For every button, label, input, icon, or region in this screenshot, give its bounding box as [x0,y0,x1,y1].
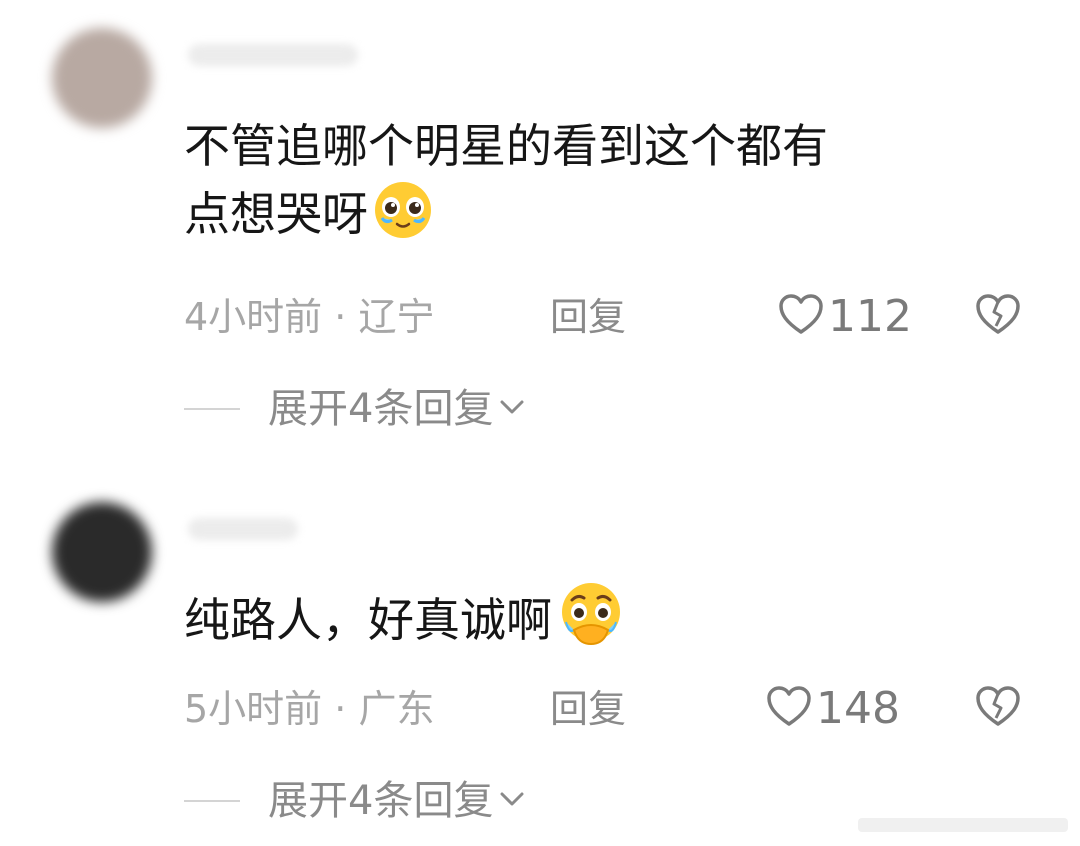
chevron-down-icon [499,398,525,420]
divider-line [184,408,240,410]
expand-replies-label: 展开4条回复 [268,386,494,432]
avatar[interactable] [52,28,152,128]
comment-text-content: 不管追哪个明星的看到这个都有 点想哭呀 [184,119,828,241]
comment-location: 广东 [358,687,435,731]
meta-separator: · [322,687,359,731]
reply-button[interactable]: 回复 [550,292,626,342]
face-holding-back-tears-icon [554,580,628,664]
pleading-face-icon [370,180,436,258]
expand-replies-button[interactable]: 展开4条回复 [184,776,525,826]
username-blurred[interactable] [188,518,298,540]
dislike-button[interactable] [975,686,1021,732]
watermark [858,818,1068,832]
divider-line [184,800,240,802]
username-blurred[interactable] [188,44,358,66]
comment-text: 纯路人，好真诚啊 [184,580,1004,664]
comment-text-content: 纯路人，好真诚啊 [184,593,552,647]
reply-button[interactable]: 回复 [550,684,626,734]
heart-icon [766,686,812,732]
heart-icon [778,294,824,340]
dislike-button[interactable] [975,294,1021,340]
comment-location: 辽宁 [358,295,435,339]
like-button[interactable]: 148 [766,684,900,734]
comment-meta: 4小时前 · 辽宁 [184,292,434,342]
broken-heart-icon [975,294,1021,340]
comment-text: 不管追哪个明星的看到这个都有 点想哭呀 [184,112,1004,258]
expand-replies-label: 展开4条回复 [268,778,494,824]
broken-heart-icon [975,686,1021,732]
avatar[interactable] [52,502,152,602]
expand-replies-button[interactable]: 展开4条回复 [184,384,525,434]
chevron-down-icon [499,790,525,812]
comment-time: 5小时前 [184,687,323,731]
like-button[interactable]: 112 [778,292,912,342]
comment-meta: 5小时前 · 广东 [184,684,434,734]
meta-separator: · [322,295,359,339]
like-count: 148 [816,683,900,734]
like-count: 112 [828,291,912,342]
comment-time: 4小时前 [184,295,323,339]
